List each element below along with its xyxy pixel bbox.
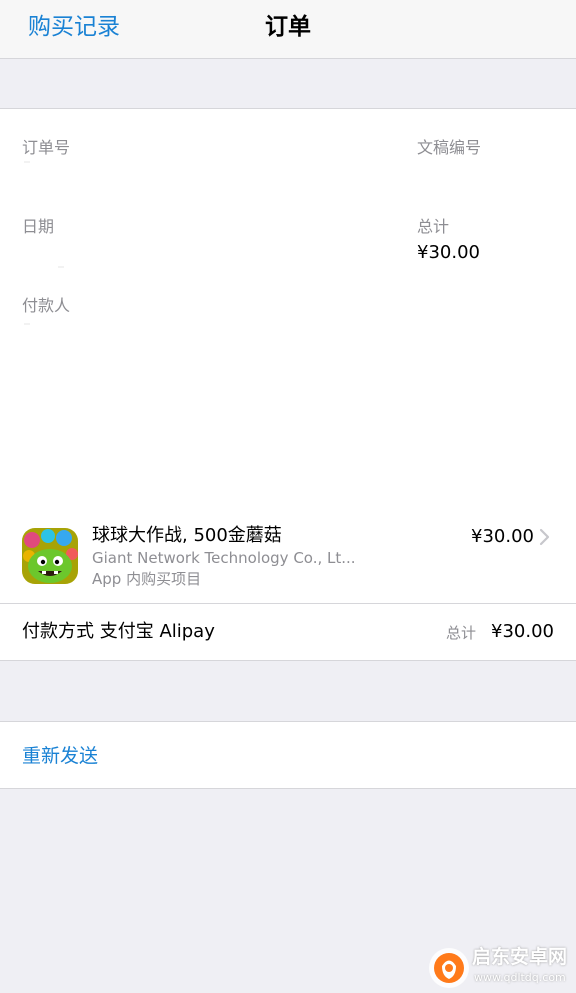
payment-method: 付款方式 支付宝 Alipay — [22, 621, 215, 642]
redacted-value — [24, 323, 30, 325]
redacted-value — [24, 161, 30, 163]
item-developer: Giant Network Technology Co., Lt... — [92, 549, 356, 567]
item-price: ¥30.00 — [471, 526, 534, 547]
item-type: App 内购买项目 — [92, 570, 202, 588]
document-number-label: 文稿编号 — [417, 138, 482, 157]
payment-row: 付款方式 支付宝 Alipay 总计 ¥30.00 — [0, 604, 576, 661]
navigation-bar: 购买记录 订单 — [0, 0, 576, 59]
item-name: 球球大作战, 500金蘑菇 — [92, 525, 282, 546]
purchase-item-row[interactable]: 球球大作战, 500金蘑菇 Giant Network Technology C… — [0, 513, 576, 604]
resend-row: 重新发送 — [0, 721, 576, 789]
watermark-name: 启东安卓网 — [472, 946, 568, 968]
total-value: ¥30.00 — [417, 242, 480, 263]
ball-battle-app-icon — [22, 528, 78, 584]
order-info-card: 订单号 文稿编号 日期 总计 ¥30.00 付款人 — [0, 108, 576, 514]
payment-total-value: ¥30.00 — [491, 621, 554, 642]
watermark-url: www.qdltdq.com — [474, 971, 566, 984]
chevron-right-icon — [539, 528, 550, 546]
order-number-label: 订单号 — [22, 138, 71, 157]
page-title: 订单 — [265, 14, 311, 40]
resend-button[interactable]: 重新发送 — [22, 743, 98, 769]
total-label: 总计 — [417, 217, 450, 236]
watermark-logo-icon — [429, 948, 469, 988]
payer-label: 付款人 — [22, 296, 71, 315]
date-label: 日期 — [22, 217, 55, 236]
redacted-value — [58, 266, 64, 268]
payment-total-label: 总计 — [445, 624, 476, 642]
watermark: 启东安卓网 www.qdltdq.com — [426, 941, 576, 993]
